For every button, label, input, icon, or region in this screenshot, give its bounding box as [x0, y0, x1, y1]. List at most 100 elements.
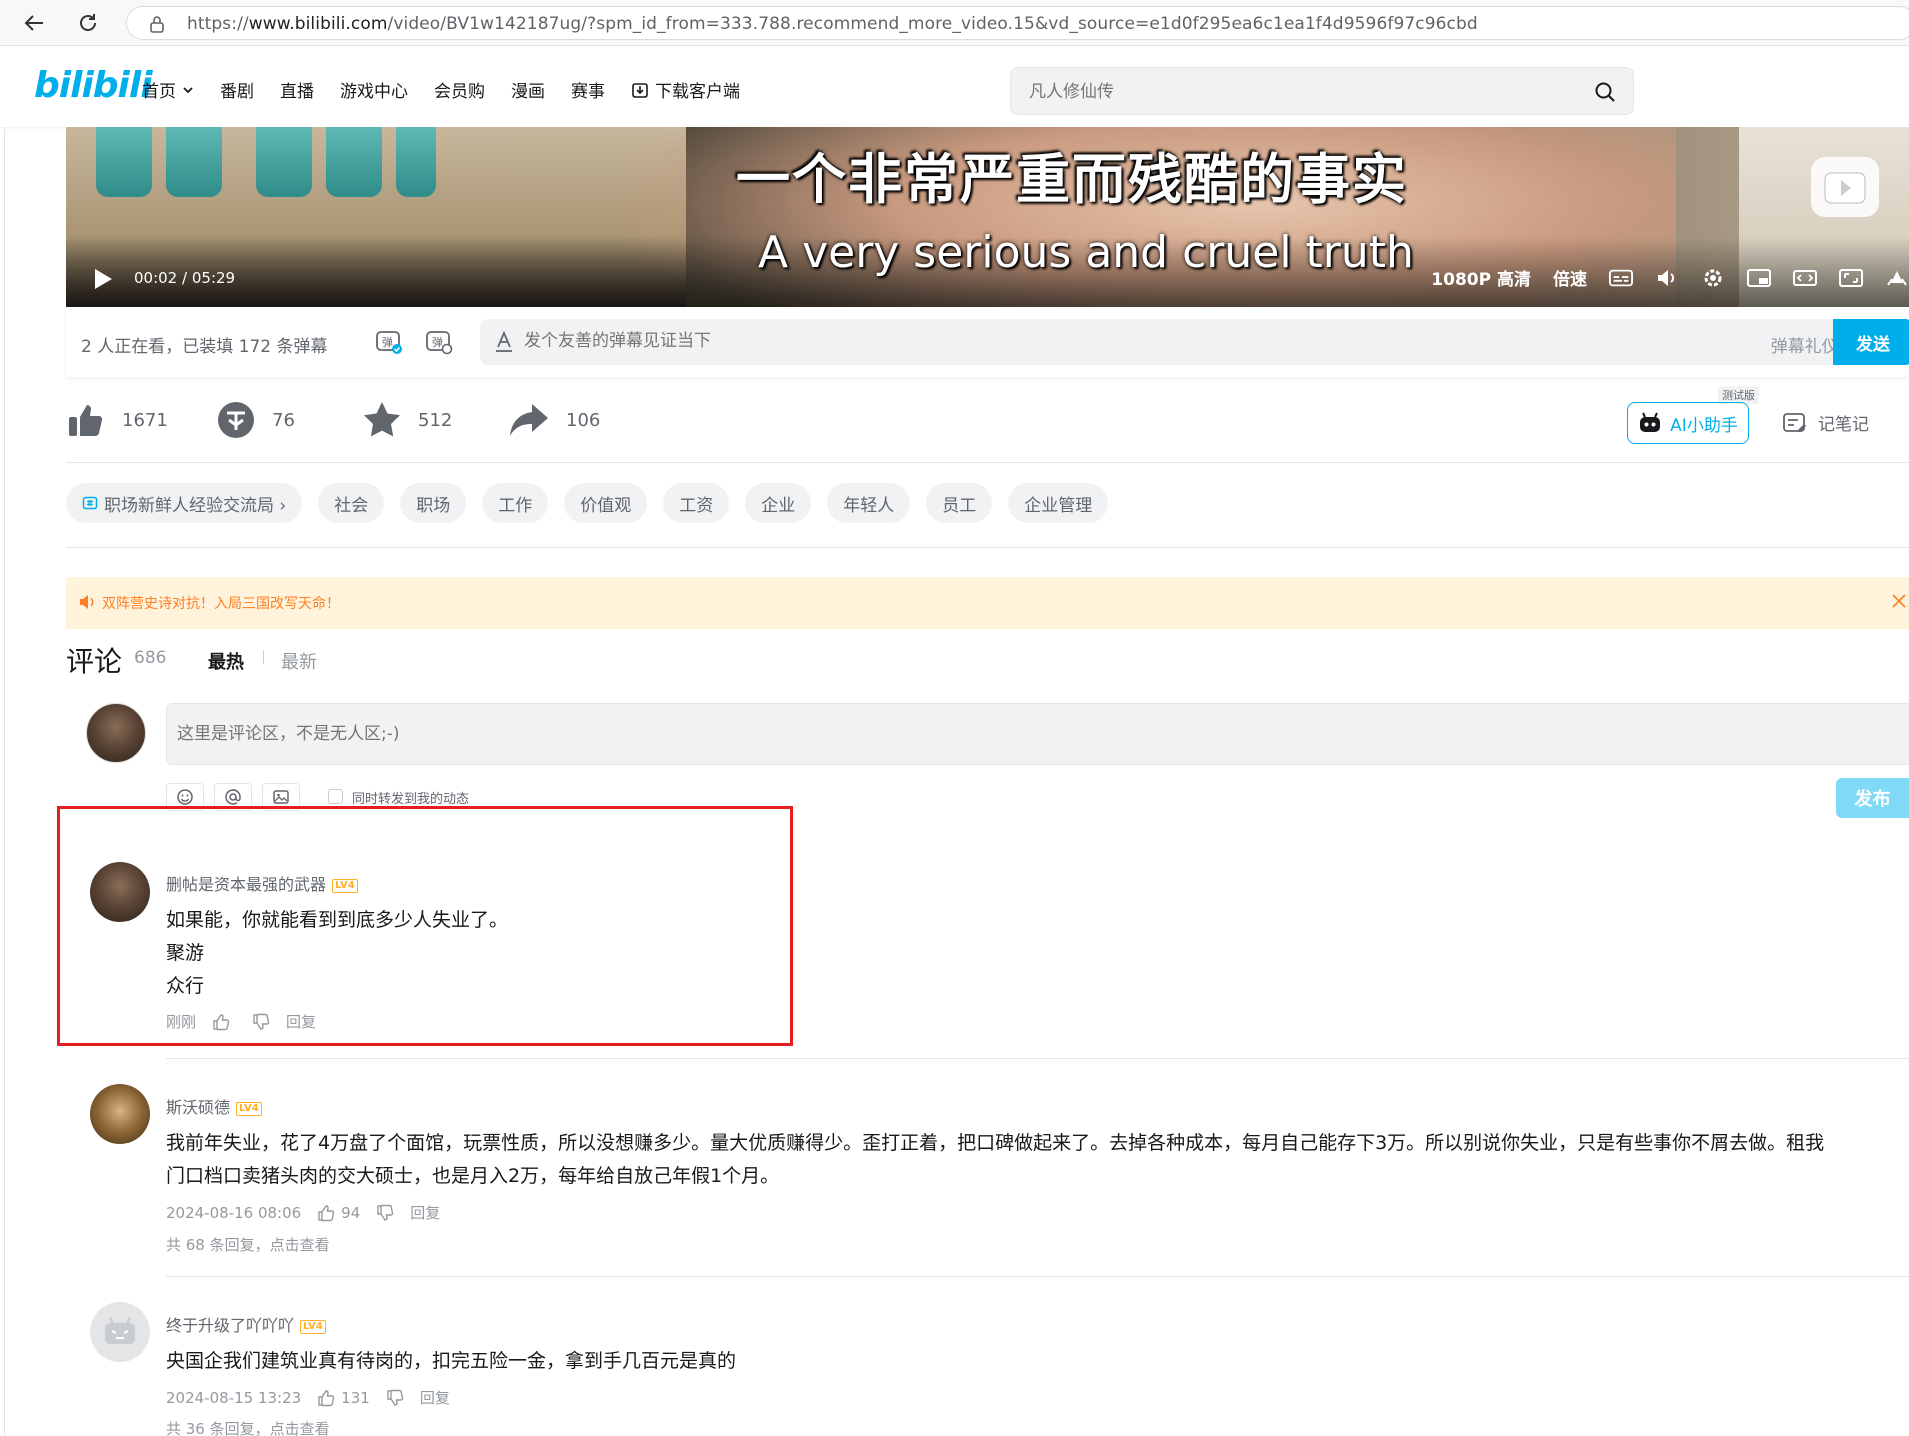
sort-hot-tab[interactable]: 最热 — [208, 648, 244, 674]
video-frame-jar — [166, 127, 222, 197]
tag-item[interactable]: 价值观 — [564, 483, 648, 523]
comment-input[interactable] — [177, 724, 1077, 744]
nav-home[interactable]: 首页 — [142, 77, 194, 102]
comment-meta: 2024-08-16 08:06 94 回复 — [166, 1202, 440, 1223]
danmaku-toggle-icon[interactable]: 弹 — [374, 327, 404, 357]
thumbs-up-outline-icon — [318, 1204, 335, 1221]
search-input[interactable] — [1029, 80, 1549, 104]
search-icon[interactable] — [1593, 80, 1617, 104]
reload-icon — [80, 14, 96, 31]
volume-icon[interactable] — [1655, 267, 1679, 289]
reload-button[interactable] — [74, 9, 102, 37]
tv-play-icon[interactable] — [1811, 157, 1879, 217]
nav-esports[interactable]: 赛事 — [571, 77, 605, 102]
settings-gear-icon[interactable] — [1701, 267, 1725, 289]
comment-username[interactable]: 斯沃硕德 LV4 — [166, 1094, 262, 1118]
address-bar[interactable]: https://www.bilibili.com/video/BV1w14218… — [126, 6, 1909, 40]
comment-time: 刚刚 — [166, 1013, 197, 1031]
nav-download-client[interactable]: 下载客户端 — [631, 77, 740, 102]
pip-icon[interactable] — [1747, 267, 1771, 289]
coin-button[interactable]: 76 — [216, 400, 295, 440]
font-style-icon[interactable] — [494, 331, 514, 353]
comment-divider — [166, 1276, 1909, 1277]
my-avatar[interactable] — [86, 703, 146, 763]
comment-like-button[interactable]: 94 — [317, 1204, 360, 1222]
comment-like-count: 131 — [341, 1388, 370, 1407]
quality-selector[interactable]: 1080P 高清 — [1431, 265, 1531, 290]
ai-assistant-label: AI小助手 — [1670, 415, 1738, 436]
subtitle-icon[interactable] — [1609, 267, 1633, 289]
comment-username[interactable]: 终于升级了吖吖吖 LV4 — [166, 1312, 326, 1336]
notice-text: 双阵营史诗对抗！入局三国改写天命！ — [102, 596, 340, 612]
favorite-button[interactable]: 512 — [362, 400, 452, 440]
nav-live[interactable]: 直播 — [280, 77, 314, 102]
video-actions: 1671 76 512 106 测试版 AI小助手 记笔记 ⋮ — [66, 386, 1909, 450]
notice-banner[interactable]: 双阵营史诗对抗！入局三国改写天命！ — [66, 577, 1909, 629]
comment-like-button[interactable]: 131 — [317, 1389, 370, 1407]
comment-avatar[interactable] — [90, 1302, 150, 1362]
nav-anime[interactable]: 番剧 — [220, 77, 254, 102]
comment-like-button[interactable] — [212, 1013, 236, 1031]
danmaku-input[interactable] — [524, 331, 1424, 351]
svg-text:弹: 弹 — [382, 335, 393, 349]
comment-composer — [166, 703, 1909, 765]
comment-reply-button[interactable]: 回复 — [410, 1202, 440, 1223]
nav-manga[interactable]: 漫画 — [511, 77, 545, 102]
danmaku-input-box: 弹幕礼仪 › — [480, 319, 1867, 365]
tag-item[interactable]: 年轻人 — [827, 483, 911, 523]
nav-game-center[interactable]: 游戏中心 — [340, 77, 408, 102]
forward-label: 同时转发到我的动态 — [352, 792, 470, 807]
share-button[interactable]: 106 — [508, 400, 600, 440]
level-badge: LV4 — [236, 1101, 262, 1116]
sort-new-tab[interactable]: 最新 — [281, 648, 317, 674]
speed-selector[interactable]: 倍速 — [1553, 265, 1587, 290]
widescreen-icon[interactable] — [1793, 267, 1817, 289]
comment-dislike-button[interactable] — [386, 1389, 404, 1407]
chevron-down-icon — [183, 86, 193, 93]
comment-avatar[interactable] — [90, 862, 150, 922]
ai-assistant-button[interactable]: AI小助手 — [1627, 402, 1749, 444]
web-fullscreen-icon[interactable] — [1839, 267, 1863, 289]
comments-title: 评论 — [66, 645, 123, 678]
comment-username[interactable]: 删帖是资本最强的武器 LV4 — [166, 871, 358, 895]
share-arrow-icon — [510, 404, 548, 436]
more-options-icon[interactable]: ⋮ — [1902, 412, 1909, 437]
favorite-count: 512 — [418, 409, 453, 431]
danmaku-settings-icon[interactable]: 弹 — [424, 327, 454, 357]
tag-item[interactable]: 职场 — [400, 483, 467, 523]
publish-button[interactable]: 发布 — [1836, 778, 1909, 818]
nav-mall[interactable]: 会员购 — [434, 77, 485, 102]
tag-topic[interactable]: 职场新鲜人经验交流局 › — [66, 483, 303, 523]
player-controls-right: 1080P 高清 倍速 — [1431, 265, 1909, 290]
danmaku-send-button[interactable]: 发送 — [1833, 319, 1909, 365]
bilibili-logo[interactable]: bilibili — [34, 65, 153, 106]
close-icon[interactable] — [1889, 591, 1909, 611]
fullscreen-icon[interactable] — [1885, 267, 1909, 289]
tag-item[interactable]: 企业 — [745, 483, 812, 523]
comment-avatar[interactable] — [90, 1084, 150, 1144]
default-avatar-tv-icon — [105, 1317, 135, 1344]
tag-item[interactable]: 社会 — [318, 483, 385, 523]
emoji-icon — [177, 789, 193, 805]
comment-reply-button[interactable]: 回复 — [420, 1387, 450, 1408]
like-button[interactable]: 1671 — [66, 400, 168, 440]
take-notes-button[interactable]: 记笔记 — [1782, 410, 1869, 435]
comment-dislike-button[interactable] — [376, 1204, 394, 1222]
view-replies-link[interactable]: 共 36 条回复，点击查看 — [166, 1418, 330, 1436]
comment-reply-button[interactable]: 回复 — [286, 1011, 316, 1032]
notes-label: 记笔记 — [1818, 415, 1869, 435]
download-icon — [632, 82, 648, 98]
back-button[interactable] — [20, 9, 48, 37]
comment-dislike-button[interactable] — [252, 1013, 270, 1031]
share-count: 106 — [566, 409, 601, 431]
forward-checkbox[interactable] — [328, 789, 343, 804]
tag-item[interactable]: 工资 — [663, 483, 730, 523]
video-player[interactable]: 一个非常严重而残酷的事实 A very serious and cruel tr… — [66, 127, 1909, 307]
comment-time: 2024-08-15 13:23 — [166, 1388, 302, 1407]
play-icon[interactable] — [92, 267, 114, 291]
tag-item[interactable]: 工作 — [482, 483, 549, 523]
view-replies-link[interactable]: 共 68 条回复，点击查看 — [166, 1234, 330, 1255]
tag-item[interactable]: 企业管理 — [1008, 483, 1109, 523]
sort-divider — [263, 650, 264, 664]
tag-item[interactable]: 员工 — [926, 483, 993, 523]
